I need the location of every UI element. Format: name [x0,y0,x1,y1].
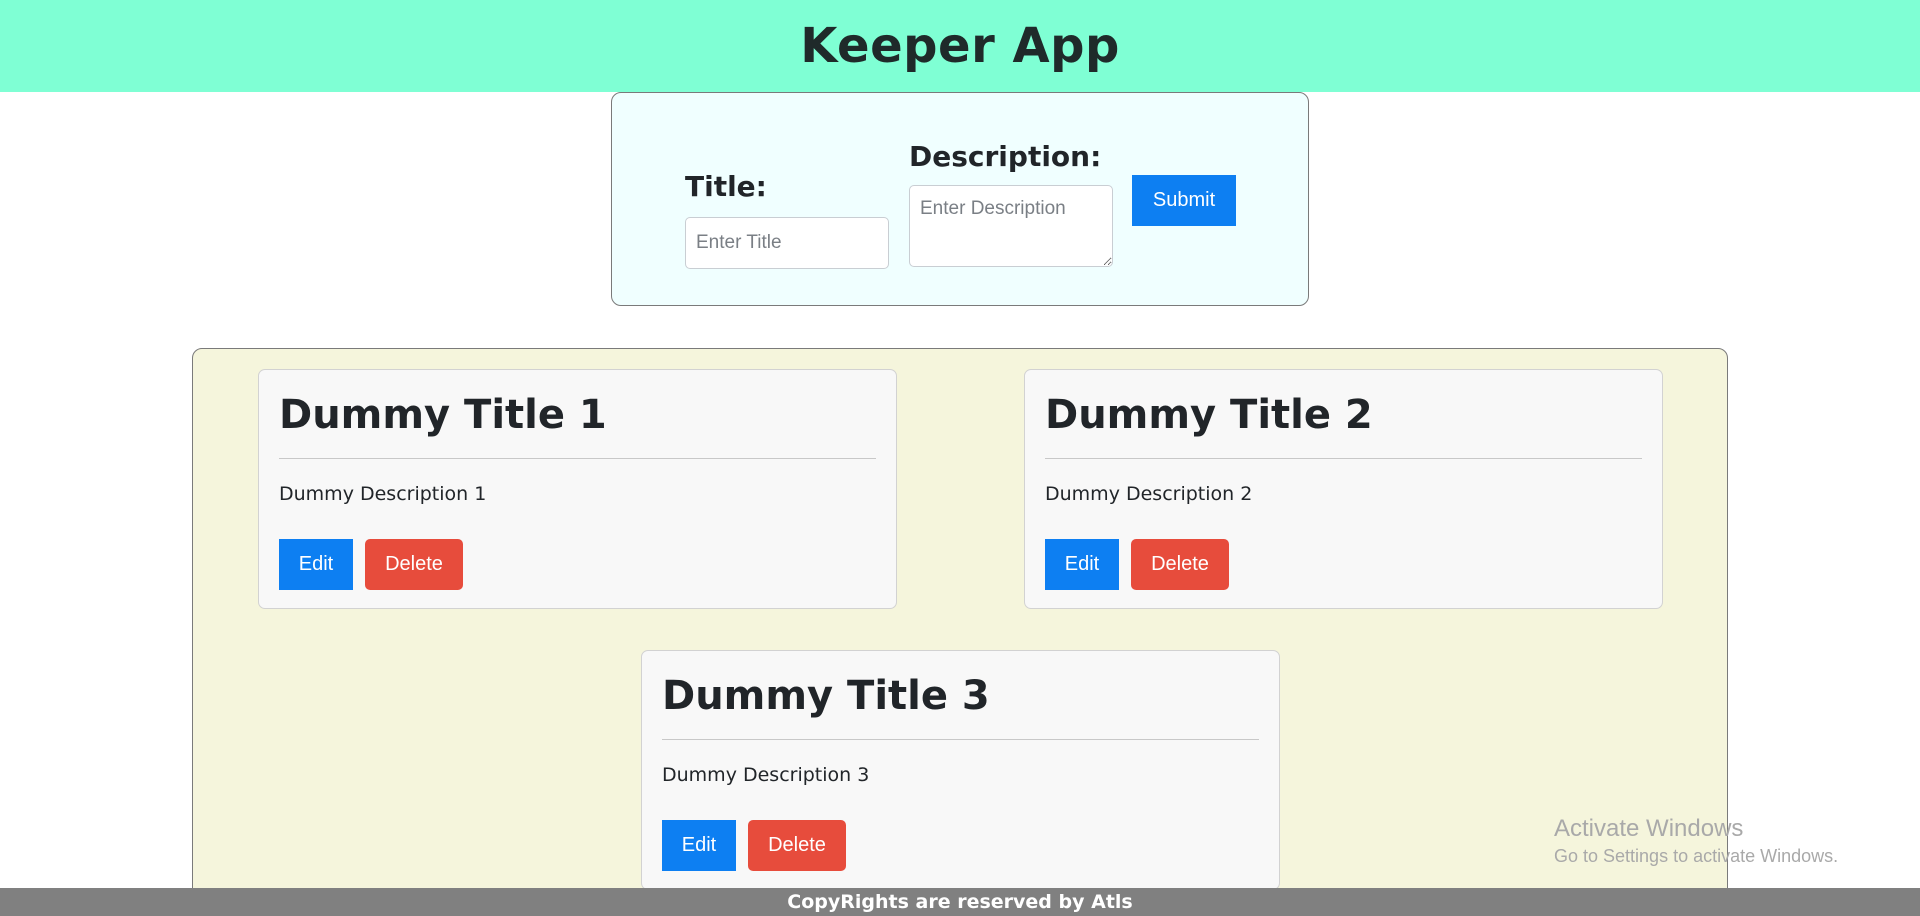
note-card: Dummy Title 2 Dummy Description 2 Edit D… [1024,369,1663,609]
note-title: Dummy Title 3 [662,673,990,719]
title-label: Title: [685,170,767,203]
note-description: Dummy Description 1 [279,483,487,505]
note-card: Dummy Title 1 Dummy Description 1 Edit D… [258,369,897,609]
note-divider [1045,458,1642,459]
watermark-title: Activate Windows [1554,815,1744,842]
activate-windows-watermark: Activate Windows Go to Settings to activ… [1554,815,1838,869]
edit-button[interactable]: Edit [662,820,736,871]
notes-container: Dummy Title 1 Dummy Description 1 Edit D… [192,348,1728,916]
title-field-group: Title: [685,173,889,269]
watermark-subtitle: Go to Settings to activate Windows. [1554,845,1839,866]
delete-button[interactable]: Delete [748,820,846,871]
description-field-group: Description: [909,143,1113,271]
note-description: Dummy Description 3 [662,764,870,786]
note-title: Dummy Title 1 [279,392,607,438]
note-description: Dummy Description 2 [1045,483,1253,505]
delete-button[interactable]: Delete [365,539,463,590]
note-title: Dummy Title 2 [1045,392,1373,438]
app-footer: CopyRights are reserved by Atls [0,888,1920,916]
footer-text: CopyRights are reserved by Atls [787,891,1133,913]
description-label: Description: [909,140,1102,173]
note-form: Title: Description: Submit [611,92,1309,306]
title-input[interactable] [685,217,889,269]
edit-button[interactable]: Edit [279,539,353,590]
note-divider [279,458,876,459]
app-title: Keeper App [800,18,1120,74]
edit-button[interactable]: Edit [1045,539,1119,590]
note-card: Dummy Title 3 Dummy Description 3 Edit D… [641,650,1280,890]
submit-button[interactable]: Submit [1132,175,1236,226]
delete-button[interactable]: Delete [1131,539,1229,590]
description-input[interactable] [909,185,1113,267]
note-divider [662,739,1259,740]
app-header: Keeper App [0,0,1920,92]
